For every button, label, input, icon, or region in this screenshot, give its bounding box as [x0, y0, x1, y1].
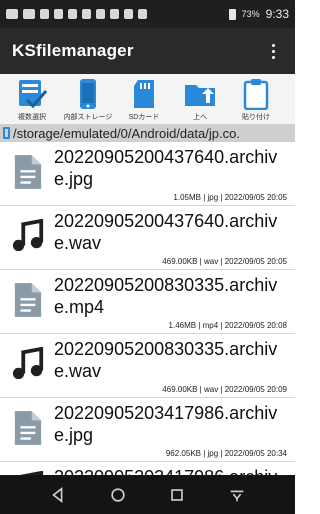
file-name: 20220905200830335.archive.mp4 — [54, 275, 278, 317]
phone-storage-icon — [80, 79, 96, 109]
no-sim-icon — [138, 9, 147, 19]
multi-select-icon — [19, 80, 48, 109]
document-icon — [8, 280, 48, 320]
notification-icons — [6, 9, 147, 19]
home-icon — [110, 487, 125, 502]
message-icon — [6, 9, 18, 19]
app-bar: KSfilemanager — [0, 28, 295, 74]
music-note-icon — [8, 216, 48, 256]
current-path: /storage/emulated/0/Android/data/jp.co. — [13, 125, 240, 141]
folder-up-icon — [185, 85, 215, 106]
file-meta: 1.46MB | mp4 | 2022/09/05 20:08 — [168, 321, 287, 330]
paste-button[interactable]: 貼り付け — [228, 74, 284, 124]
hide-keyboard-button[interactable] — [220, 480, 254, 510]
sd-card-label: SDカード — [128, 114, 160, 121]
file-name: 20220905203417986.archiv — [54, 466, 289, 475]
file-name: 20220905200437640.archive.jpg — [54, 147, 278, 189]
sd-card-icon — [134, 80, 154, 108]
back-button[interactable] — [41, 480, 75, 510]
file-meta: 469.00KB | wav | 2022/09/05 20:09 — [162, 385, 287, 394]
navigation-bar — [0, 475, 295, 514]
file-row[interactable]: 20220905200830335.archive.wav 469.00KB |… — [0, 334, 295, 398]
file-row[interactable]: 20220905203417986.archive.jpg 962.05KB |… — [0, 398, 295, 462]
back-icon — [52, 486, 63, 503]
bluetooth-icon — [82, 9, 91, 19]
app-title: KSfilemanager — [12, 41, 134, 60]
file-name: 20220905203417986.archive.jpg — [54, 403, 278, 445]
home-button[interactable] — [101, 480, 135, 510]
multi-select-label: 複数選択 — [18, 114, 46, 121]
clipboard-paste-icon — [243, 79, 269, 110]
paste-label: 貼り付け — [242, 114, 270, 121]
status-bar: 73% 9:33 — [0, 0, 295, 28]
folder-up-label: 上へ — [193, 114, 207, 121]
recents-icon — [171, 488, 184, 501]
vibrate-icon — [96, 9, 105, 19]
dock-icon — [230, 490, 244, 501]
music-note-icon — [8, 468, 48, 475]
file-row[interactable]: 20220905200437640.archive.wav 469.00KB |… — [0, 206, 295, 270]
wifi-icon — [124, 9, 133, 19]
file-meta: 1.05MB | jpg | 2022/09/05 20:05 — [173, 193, 287, 202]
file-name: 20220905200437640.archive.wav — [54, 211, 278, 253]
file-row[interactable]: 20220905200830335.archive.mp4 1.46MB | m… — [0, 270, 295, 334]
app-icon — [68, 9, 77, 19]
document-icon — [8, 408, 48, 448]
internal-storage-label: 内部ストレージ — [63, 114, 113, 121]
file-row[interactable]: 20220905200437640.archive.jpg 1.05MB | j… — [0, 142, 295, 206]
internal-storage-button[interactable]: 内部ストレージ — [60, 74, 116, 124]
more-vert-icon[interactable] — [263, 39, 283, 63]
image-icon — [40, 9, 49, 19]
file-row[interactable]: 20220905203417986.archiv — [0, 462, 295, 475]
recents-button[interactable] — [160, 480, 194, 510]
folder-up-button[interactable]: 上へ — [172, 74, 228, 124]
file-name: 20220905200830335.archive.wav — [54, 339, 278, 381]
sd-card-button[interactable]: SDカード — [116, 74, 172, 124]
mail-icon — [23, 9, 35, 19]
file-meta: 469.00KB | wav | 2022/09/05 20:05 — [162, 257, 287, 266]
file-list: 20220905200437640.archive.jpg 1.05MB | j… — [0, 142, 295, 475]
airplane-icon — [54, 9, 63, 19]
storage-icon — [3, 127, 10, 139]
file-meta: 962.05KB | jpg | 2022/09/05 20:34 — [165, 449, 287, 458]
nfc-icon — [110, 9, 119, 19]
clock: 9:33 — [265, 7, 289, 21]
document-icon — [8, 152, 48, 192]
toolbar: 複数選択 内部ストレージ SDカード 上へ 貼り付け — [0, 74, 295, 124]
battery-percent: 73% — [241, 9, 260, 19]
multi-select-button[interactable]: 複数選択 — [4, 74, 60, 124]
battery-icon — [228, 8, 236, 20]
path-bar: /storage/emulated/0/Android/data/jp.co. — [0, 124, 295, 142]
music-note-icon — [8, 344, 48, 384]
